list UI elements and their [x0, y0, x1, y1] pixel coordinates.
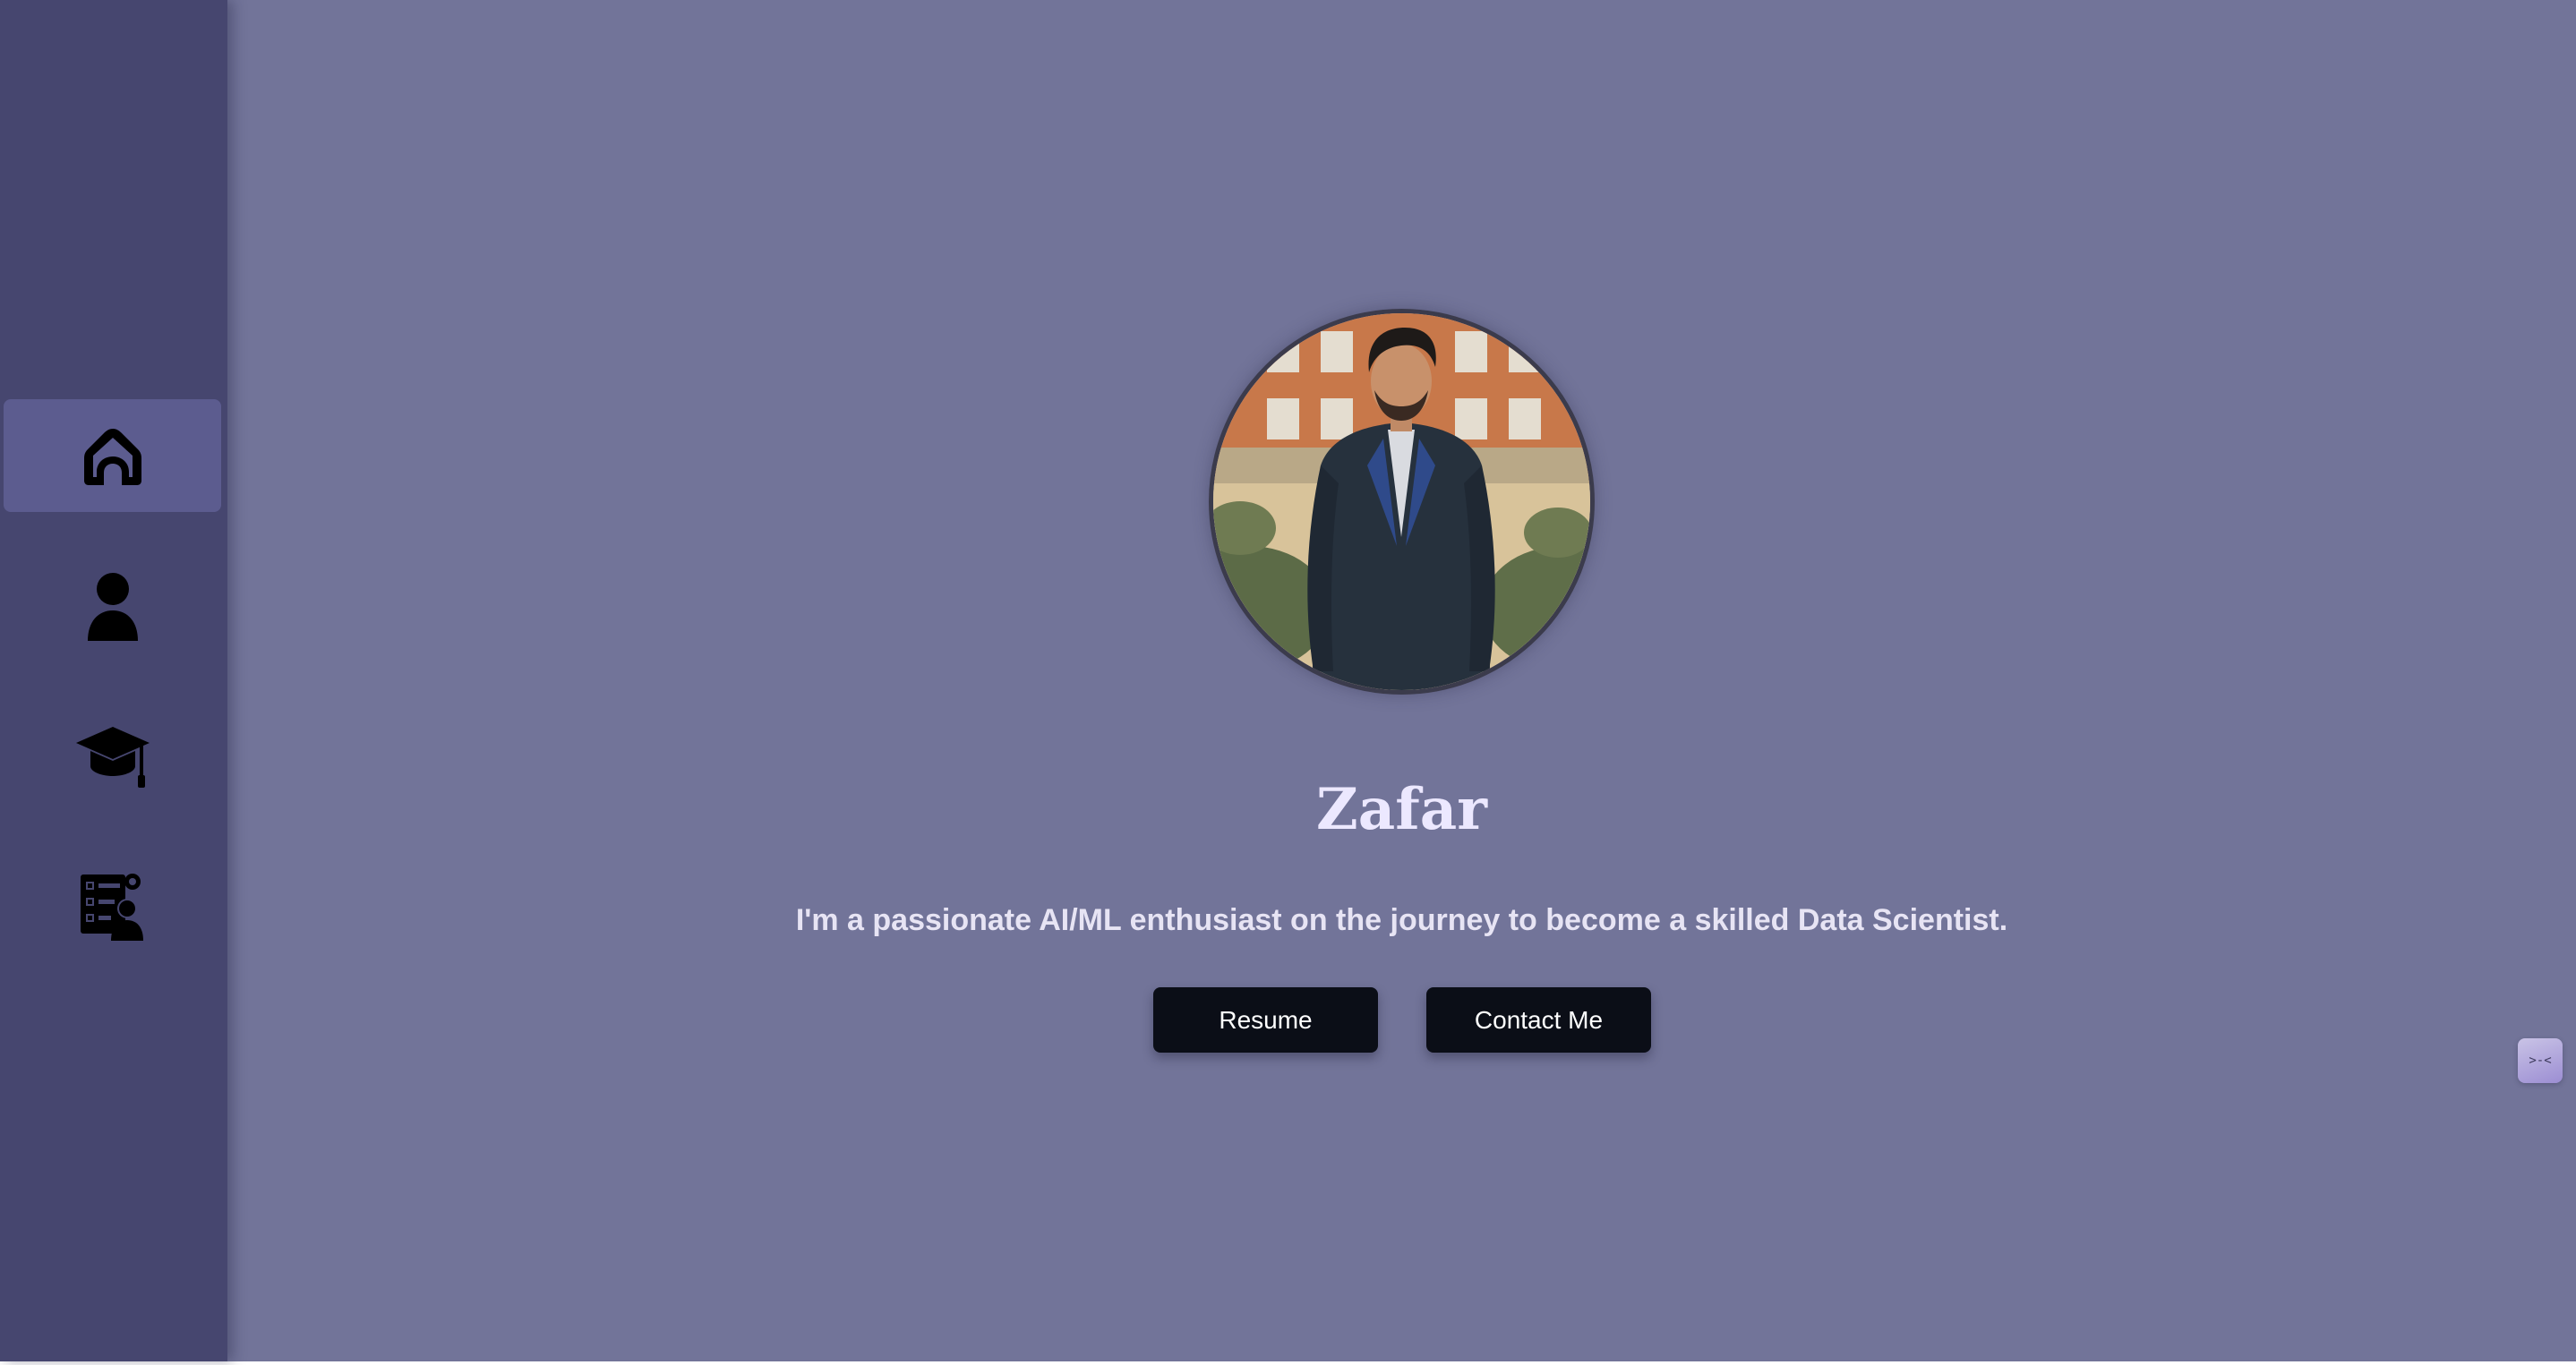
graduation-cap-icon [75, 727, 150, 788]
sidebar-item-skills[interactable] [4, 850, 221, 963]
sidebar-item-about[interactable] [4, 550, 221, 663]
tagline: I'm a passionate AI/ML enthusiast on the… [795, 903, 2008, 937]
user-icon [87, 573, 138, 641]
checklist-person-gear-icon [80, 874, 143, 941]
chat-widget-button[interactable]: >-< [2518, 1038, 2563, 1083]
sidebar-item-education[interactable] [4, 700, 221, 813]
sidebar [0, 0, 227, 1361]
profile-photo-image [1213, 313, 1590, 690]
profile-photo [1209, 309, 1595, 695]
page: Zafar I'm a passionate AI/ML enthusiast … [0, 0, 2576, 1361]
sidebar-item-home[interactable] [4, 399, 221, 512]
profile-name: Zafar [1316, 776, 1487, 843]
resume-button[interactable]: Resume [1153, 987, 1378, 1053]
contact-me-button[interactable]: Contact Me [1426, 987, 1651, 1053]
main-content: Zafar I'm a passionate AI/ML enthusiast … [227, 0, 2576, 1361]
home-icon [83, 429, 141, 485]
chat-face-icon: >-< [2529, 1054, 2552, 1068]
